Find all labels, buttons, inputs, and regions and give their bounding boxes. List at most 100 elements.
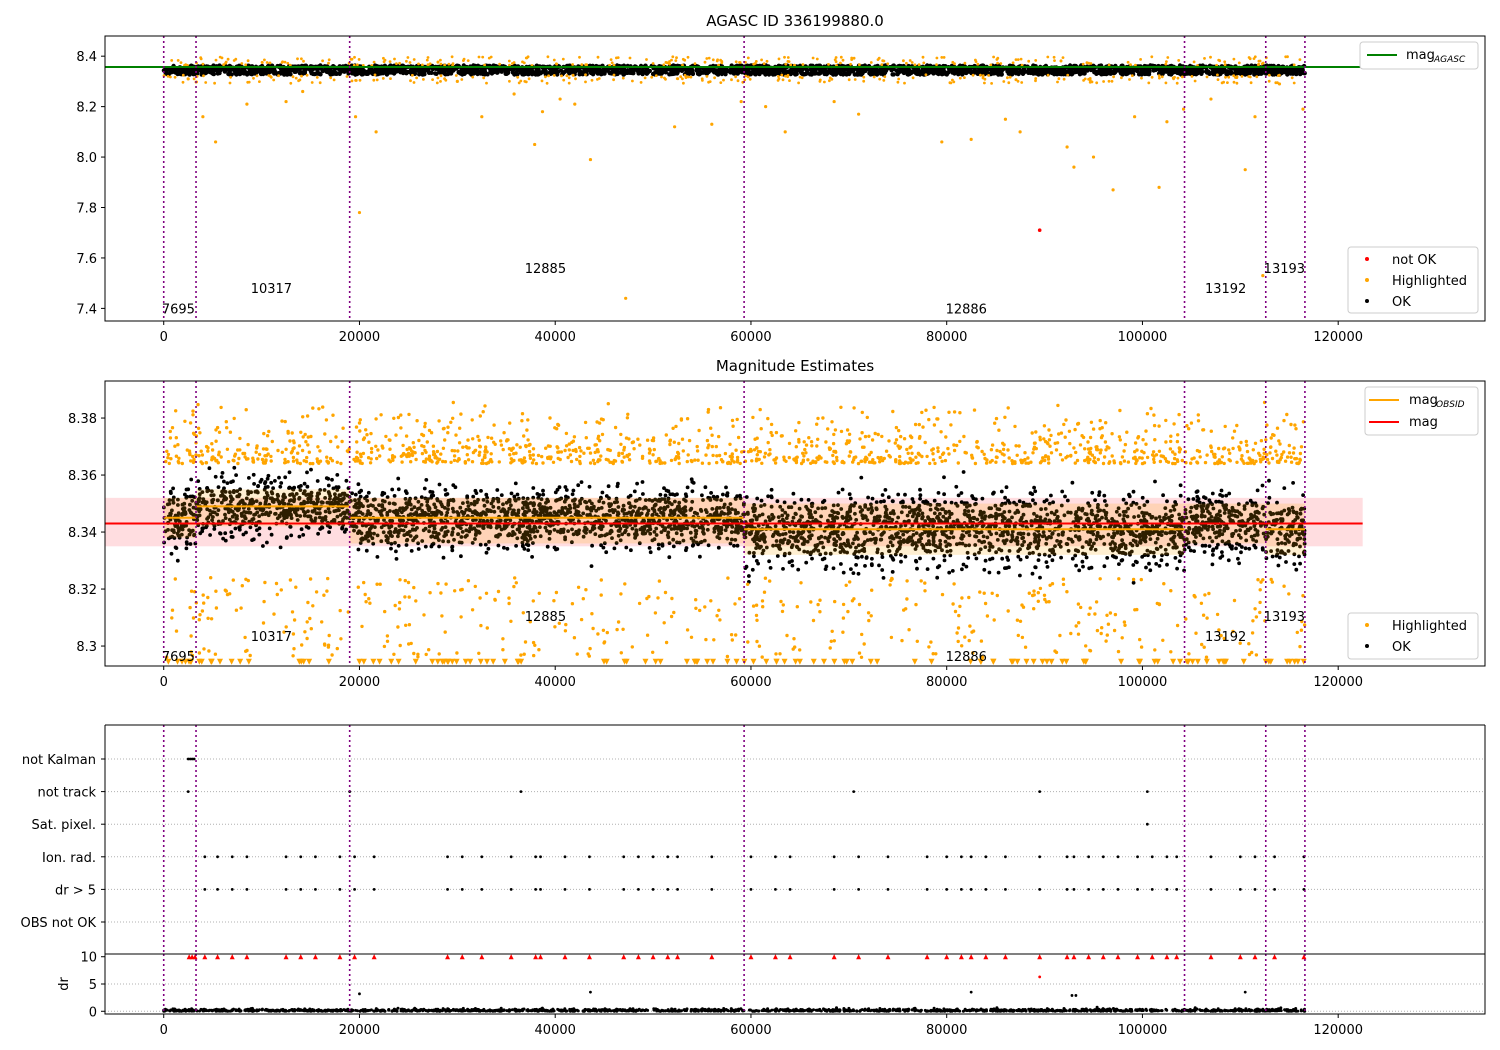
highlighted-point [327, 61, 330, 65]
highlighted-point [685, 75, 688, 79]
highlighted-point [1292, 81, 1296, 85]
ok-point [437, 544, 441, 549]
ok-point [700, 493, 704, 498]
highlighted-point [1209, 97, 1213, 101]
ok-point [748, 71, 753, 76]
highlighted-point [736, 79, 740, 83]
highlighted-point [267, 74, 271, 77]
highlighted-point [302, 59, 305, 63]
highlighted-point [777, 75, 780, 78]
highlighted-point [512, 92, 516, 96]
highlighted-point [1034, 79, 1037, 83]
highlighted-point [662, 63, 666, 67]
ok-point [800, 71, 805, 77]
highlighted-point [353, 115, 358, 119]
chart-title: AGASC ID 336199880.0 [706, 12, 884, 30]
highlighted-point [801, 63, 805, 66]
ok-point [301, 533, 306, 537]
ok-point [684, 548, 688, 553]
ok-point [592, 69, 597, 74]
ok-point [1207, 71, 1212, 76]
highlighted-point [1298, 58, 1302, 61]
highlighted-point [876, 58, 880, 61]
ok-point [1237, 70, 1242, 75]
ok-point [789, 70, 795, 76]
highlighted-point [908, 59, 912, 62]
highlighted-point [1257, 59, 1261, 63]
highlighted-point [349, 57, 353, 61]
highlighted-point [544, 75, 547, 79]
highlighted-point [686, 55, 690, 59]
legend-label: mag [1406, 48, 1435, 63]
highlighted-point [1166, 56, 1170, 59]
highlighted-point [471, 75, 475, 79]
ok-point [334, 485, 339, 489]
highlighted-point [201, 115, 205, 119]
ok-point [453, 485, 458, 490]
highlighted-point [305, 73, 309, 77]
not-ok-point [1037, 228, 1042, 233]
ok-point [484, 550, 489, 555]
highlighted-point [1008, 75, 1012, 79]
ok-point [935, 71, 940, 76]
highlighted-point [969, 137, 973, 142]
obsid-label: 10317 [251, 282, 292, 297]
highlighted-point [748, 77, 752, 81]
ok-point [625, 69, 630, 75]
ok-point [513, 481, 518, 486]
highlighted-point [524, 56, 528, 60]
ok-point [717, 67, 722, 72]
highlighted-point [1217, 58, 1221, 62]
highlighted-point [412, 58, 416, 61]
p0-y-tick-label: 8.4 [76, 50, 97, 65]
highlighted-point [1020, 81, 1024, 84]
ok-point [716, 545, 721, 550]
highlighted-point [903, 81, 906, 85]
highlighted-point [321, 59, 324, 63]
highlighted-point [650, 75, 654, 79]
highlighted-point [1057, 77, 1061, 81]
highlighted-point [565, 74, 569, 78]
highlighted-point [436, 76, 440, 80]
highlighted-point [896, 80, 900, 84]
ok-point [724, 69, 729, 74]
ok-point [283, 475, 288, 480]
ok-point [404, 543, 409, 547]
highlighted-point [780, 73, 784, 77]
ok-point [375, 555, 380, 559]
legend-subscript: AGASC [1433, 55, 1466, 65]
highlighted-point [1126, 60, 1130, 64]
ok-point [636, 71, 641, 76]
highlighted-point [616, 56, 620, 59]
ok-point [690, 480, 695, 484]
ok-point [223, 531, 228, 536]
highlighted-point [701, 79, 704, 82]
ok-point [169, 70, 174, 75]
ok-point [443, 488, 448, 492]
highlighted-point [880, 63, 884, 66]
ok-point [739, 68, 744, 73]
ok-point [521, 72, 526, 77]
legend-label: Highlighted [1392, 274, 1467, 289]
highlighted-point [664, 77, 667, 81]
highlighted-point [1150, 75, 1154, 79]
legend-swatch [1365, 257, 1369, 261]
highlighted-point [783, 55, 786, 59]
ok-point [541, 492, 546, 497]
ok-point [1142, 71, 1148, 77]
highlighted-point [580, 63, 584, 66]
highlighted-point [527, 77, 531, 81]
highlighted-point [354, 79, 357, 82]
ok-point [571, 488, 576, 493]
highlighted-point [612, 78, 615, 82]
highlighted-point [667, 61, 671, 65]
ok-point [169, 551, 174, 556]
highlighted-point [1175, 81, 1179, 85]
highlighted-point [1253, 55, 1257, 59]
highlighted-point [1160, 75, 1164, 79]
highlighted-point [883, 75, 887, 79]
ok-point [735, 71, 740, 76]
highlighted-point [213, 81, 217, 85]
highlighted-point [976, 62, 980, 66]
highlighted-point [345, 75, 349, 78]
